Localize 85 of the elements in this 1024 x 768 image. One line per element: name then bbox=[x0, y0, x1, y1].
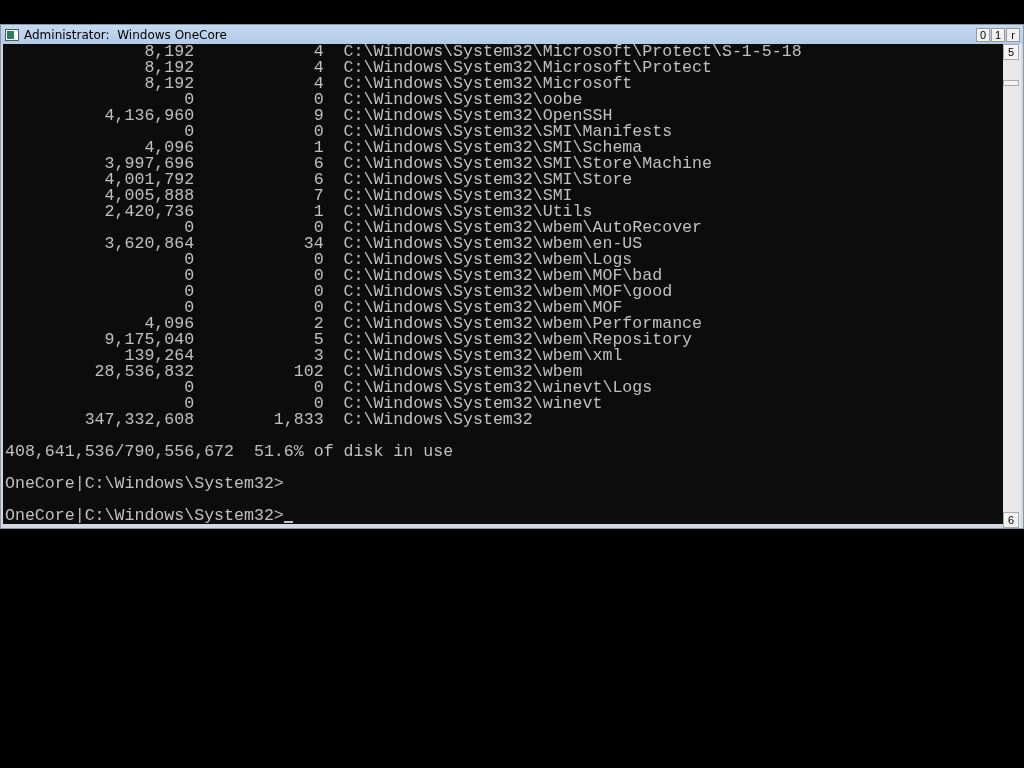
path-cell: C:\Windows\System32\Microsoft bbox=[343, 76, 633, 92]
count-cell-text: 0 bbox=[312, 380, 324, 396]
path-cell: C:\Windows\System32\wbem\Repository bbox=[343, 332, 693, 348]
path-cell: C:\Windows\System32\winevt bbox=[343, 396, 603, 412]
size-cell-text: 3,620,864 bbox=[103, 236, 195, 252]
scroll-thumb[interactable] bbox=[1003, 80, 1019, 86]
count-cell-text: 1 bbox=[312, 204, 324, 220]
size-cell-text: 9,175,040 bbox=[103, 332, 195, 348]
size-cell-text: 0 bbox=[184, 124, 195, 140]
count-cell-text: 3 bbox=[312, 348, 324, 364]
count-cell-text: 5 bbox=[312, 332, 324, 348]
size-cell-text: 4,136,960 bbox=[103, 108, 195, 124]
text-cursor bbox=[283, 521, 293, 523]
size-cell-text: 0 bbox=[183, 284, 195, 300]
size-cell-text: 0 bbox=[184, 252, 195, 268]
size-cell-text: 0 bbox=[183, 268, 195, 284]
size-cell-text: 4,001,792 bbox=[103, 172, 195, 188]
scrollbar[interactable]: 5 6 bbox=[1003, 44, 1021, 528]
path-cell: C:\Windows\System32\Utils bbox=[343, 204, 593, 220]
maximize-button[interactable]: 1 bbox=[991, 27, 1005, 42]
count-cell-text: 0 bbox=[312, 92, 324, 108]
path-cell: C:\Windows\System32\Microsoft\Protect bbox=[343, 60, 712, 76]
size-cell-text: 2,420,736 bbox=[103, 204, 195, 220]
path-cell: C:\Windows\System32 bbox=[343, 412, 533, 428]
path-cell: C:\Windows\System32\wbem\MOF\bad bbox=[343, 268, 663, 284]
count-cell-text: 2 bbox=[312, 316, 324, 332]
path-cell: C:\Windows\System32\SMI bbox=[343, 188, 573, 204]
path-cell: C:\Windows\System32\SMI\Store bbox=[343, 172, 633, 188]
size-cell-text: 8,192 bbox=[143, 76, 195, 92]
console-icon bbox=[5, 28, 19, 41]
size-cell-text: 4,005,888 bbox=[103, 188, 195, 204]
path-cell: C:\Windows\System32\wbem\Performance bbox=[343, 316, 702, 332]
path-cell: C:\Windows\System32\SMI\Store\Machine bbox=[343, 156, 712, 172]
close-button[interactable]: r bbox=[1006, 27, 1020, 42]
size-cell-text: 28,536,832 bbox=[93, 364, 195, 380]
size-cell-text: 4,096 bbox=[143, 140, 195, 156]
path-cell: C:\Windows\System32\oobe bbox=[343, 92, 583, 108]
count-cell-text: 0 bbox=[312, 300, 324, 316]
path-cell: C:\Windows\System32\SMI\Schema bbox=[343, 140, 643, 156]
path-cell: C:\Windows\System32\Microsoft\Protect\S-1-5-18 bbox=[343, 44, 802, 60]
count-cell-text: 0 bbox=[312, 396, 324, 412]
size-cell-text: 4,096 bbox=[143, 316, 195, 332]
minimize-button[interactable]: 0 bbox=[976, 27, 990, 42]
size-cell-text: 0 bbox=[183, 396, 195, 412]
count-cell-text: 1 bbox=[312, 140, 324, 156]
count-cell-text: 4 bbox=[312, 60, 324, 76]
path-cell: C:\Windows\System32\wbem\xml bbox=[343, 348, 623, 364]
count-cell-text: 0 bbox=[312, 284, 324, 300]
count-cell-text: 6 bbox=[312, 172, 324, 188]
size-cell-text: 347,332,608 bbox=[83, 412, 195, 428]
path-cell: C:\Windows\System32\OpenSSH bbox=[343, 108, 613, 124]
path-cell: C:\Windows\System32\wbem\en-US bbox=[343, 236, 643, 252]
path-cell: C:\Windows\System32\winevt\Logs bbox=[343, 380, 653, 396]
disk-usage-summary: 408,641,536/790,556,672 51.6% of disk in use bbox=[5, 444, 454, 460]
count-cell-text: 7 bbox=[312, 188, 324, 204]
size-cell-text: 0 bbox=[184, 220, 195, 236]
command-prompt: OneCore|C:\Windows\System32> bbox=[5, 508, 284, 524]
size-cell-text: 0 bbox=[184, 380, 195, 396]
count-cell-text: 4 bbox=[312, 44, 324, 60]
size-cell-text: 0 bbox=[184, 92, 195, 108]
command-prompt: OneCore|C:\Windows\System32> bbox=[5, 476, 284, 492]
count-cell-text: 0 bbox=[312, 252, 324, 268]
count-cell-text: 9 bbox=[312, 108, 324, 124]
count-cell-text: 4 bbox=[312, 76, 324, 92]
count-cell-text: 0 bbox=[312, 220, 324, 236]
path-cell: C:\Windows\System32\wbem\MOF bbox=[343, 300, 623, 316]
window-title: Administrator: Windows OneCore bbox=[24, 27, 228, 42]
count-cell-text: 1,833 bbox=[272, 412, 324, 428]
size-cell-text: 3,997,696 bbox=[103, 156, 195, 172]
count-cell-text: 0 bbox=[312, 268, 324, 284]
count-cell-text: 6 bbox=[312, 156, 324, 172]
path-cell: C:\Windows\System32\wbem\Logs bbox=[343, 252, 633, 268]
size-cell-text: 139,264 bbox=[124, 348, 195, 364]
count-cell-text: 102 bbox=[292, 364, 324, 380]
scroll-down-button[interactable]: 6 bbox=[1003, 512, 1019, 528]
count-cell-text: 34 bbox=[302, 236, 324, 252]
path-cell: C:\Windows\System32\wbem\MOF\good bbox=[343, 284, 673, 300]
path-cell: C:\Windows\System32\wbem\AutoRecover bbox=[343, 220, 702, 236]
path-cell: C:\Windows\System32\SMI\Manifests bbox=[343, 124, 673, 140]
size-cell-text: 0 bbox=[183, 300, 195, 316]
size-cell-text: 8,192 bbox=[143, 44, 195, 60]
size-cell-text: 8,192 bbox=[143, 60, 195, 76]
scroll-up-button[interactable]: 5 bbox=[1003, 44, 1019, 60]
count-cell-text: 0 bbox=[312, 124, 324, 140]
path-cell: C:\Windows\System32\wbem bbox=[343, 364, 583, 380]
